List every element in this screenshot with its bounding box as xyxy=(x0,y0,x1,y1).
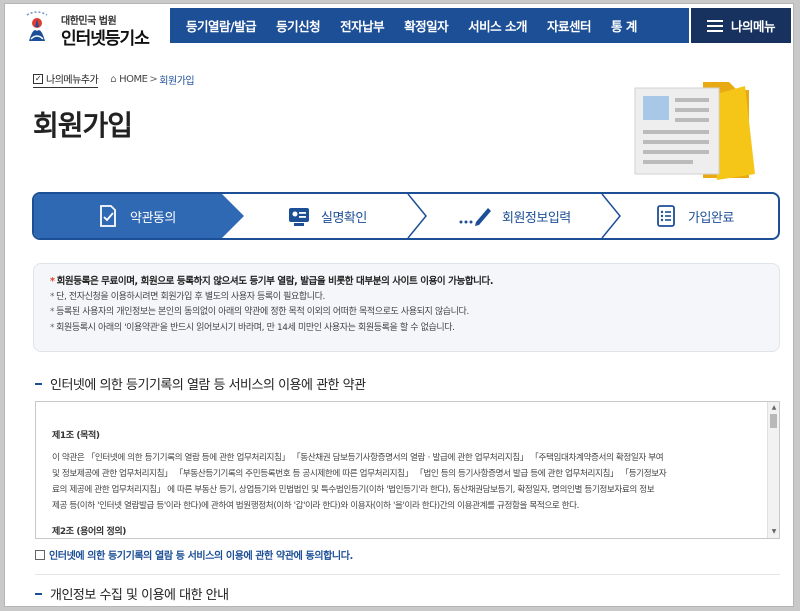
article-1-title: 제1조 (목적) xyxy=(52,431,100,441)
notice-item: * 회원등록시 아래의 '이용약관'을 반드시 읽어보시기 바라며, 만 14세 … xyxy=(50,322,455,333)
terms-scrollbar[interactable]: ▲ ▼ xyxy=(767,402,779,538)
step-chevron-divider xyxy=(407,194,427,238)
terms-section-title: 인터넷에 의한 등기기록의 열람 등 서비스의 이용에 관한 약관 xyxy=(35,374,366,393)
logo-title: 인터넷등기소 xyxy=(61,29,150,49)
nav-item-registry-application[interactable]: 등기신청 xyxy=(266,16,330,35)
document-list-icon xyxy=(657,205,675,227)
my-menu-label: 나의메뉴 xyxy=(730,19,776,34)
article-2-title: 제2조 (용어의 정의) xyxy=(52,527,126,537)
step-label: 회원정보입력 xyxy=(502,210,571,226)
breadcrumb-current: 회원가입 xyxy=(159,76,195,87)
terms-agree-label[interactable]: 인터넷에 의한 등기기록의 열람 등 서비스의 이용에 관한 약관에 동의합니다… xyxy=(49,547,353,562)
court-emblem-icon xyxy=(26,11,48,41)
site-header: 대한민국 법원 인터넷등기소 등기열람/발급 등기신청 전자납부 확정일자 서비… xyxy=(5,4,793,49)
article-1-line: 제공 등(이하 '인터넷 열람발급 등'이라 한다)에 관하여 법원행정처(이하… xyxy=(52,501,580,511)
hamburger-icon xyxy=(706,19,723,32)
terms-agree-checkbox-row[interactable]: 인터넷에 의한 등기기록의 열람 등 서비스의 이용에 관한 약관에 동의합니다… xyxy=(35,547,353,562)
terms-section-title-text: 인터넷에 의한 등기기록의 열람 등 서비스의 이용에 관한 약관 xyxy=(50,378,366,393)
browser-viewport: 대한민국 법원 인터넷등기소 등기열람/발급 등기신청 전자납부 확정일자 서비… xyxy=(4,3,794,607)
step-terms-agreement: 약관동의 xyxy=(96,194,176,238)
breadcrumb-separator: > xyxy=(149,74,158,85)
privacy-section-title: 개인정보 수집 및 이용에 대한 안내 xyxy=(35,584,229,603)
step-label: 약관동의 xyxy=(130,210,176,226)
step-label: 가입완료 xyxy=(688,210,734,226)
step-chevron-divider xyxy=(601,194,621,238)
pen-icon xyxy=(459,208,491,226)
site-logo[interactable]: 대한민국 법원 인터넷등기소 xyxy=(17,7,167,49)
nav-item-statistics[interactable]: 통 계 xyxy=(601,16,647,35)
breadcrumb: ✓ 나의메뉴추가 ⌂ HOME > 회원가입 xyxy=(33,71,195,88)
step-signup-complete: 가입완료 xyxy=(654,194,734,238)
title-bullet xyxy=(35,592,42,595)
nav-item-e-payment[interactable]: 전자납부 xyxy=(330,16,394,35)
scroll-down-arrow-icon[interactable]: ▼ xyxy=(770,528,778,536)
article-1-line: 및 정보제공에 관한 업무처리지침」 「부동산등기기록의 주민등록번호 등 공시… xyxy=(52,469,667,479)
home-icon[interactable]: ⌂ xyxy=(110,74,116,85)
article-1-line: 료의 제공에 관한 업무처리지침」 에 따른 부동산 등기, 상업등기와 민법법… xyxy=(52,485,655,495)
breadcrumb-home[interactable]: HOME xyxy=(119,74,148,85)
notice-item: * 등록된 사용자의 개인정보는 본인의 동의없이 아래의 약관에 정한 목적 이… xyxy=(50,307,469,317)
signup-progress-steps: 약관동의 실명확인 회원정보입력 가입완료 xyxy=(32,192,780,240)
scroll-up-arrow-icon[interactable]: ▲ xyxy=(770,404,778,412)
terms-content: 제1조 (목적) 이 약관은 「인터넷에 의한 등기기록의 열람 등에 관한 업… xyxy=(52,402,764,538)
step-identity-verification: 실명확인 xyxy=(287,194,367,238)
nav-item-registry-view[interactable]: 등기열람/발급 xyxy=(170,16,266,35)
nav-item-resource-center[interactable]: 자료센터 xyxy=(537,16,601,35)
nav-item-fixed-date[interactable]: 확정일자 xyxy=(394,16,458,35)
id-card-icon xyxy=(289,208,309,226)
check-icon: ✓ xyxy=(33,73,43,84)
nav-item-service-intro[interactable]: 서비스 소개 xyxy=(458,16,537,35)
scroll-thumb[interactable] xyxy=(770,414,777,428)
step-member-info: 회원정보입력 xyxy=(458,194,571,238)
step-label: 실명확인 xyxy=(321,210,367,226)
signup-notice-box: * 회원등록은 무료이며, 회원으로 등록하지 않으셔도 등기부 열람, 발급을 … xyxy=(33,263,780,352)
terms-agree-checkbox[interactable] xyxy=(35,549,45,560)
notice-item: * 단, 전자신청을 이용하시려면 회원가입 후 별도의 사용자 등록이 필요합니… xyxy=(50,291,325,302)
terms-scroll-box[interactable]: 제1조 (목적) 이 약관은 「인터넷에 의한 등기기록의 열람 등에 관한 업… xyxy=(35,401,780,539)
global-navigation: 등기열람/발급 등기신청 전자납부 확정일자 서비스 소개 자료센터 통 계 xyxy=(170,8,689,43)
page-title: 회원가입 xyxy=(33,109,133,142)
add-my-menu-label: 나의메뉴추가 xyxy=(46,75,99,86)
privacy-section-title-text: 개인정보 수집 및 이용에 대한 안내 xyxy=(50,588,229,603)
my-menu-button[interactable]: 나의메뉴 xyxy=(691,8,791,43)
article-1-line: 이 약관은 「인터넷에 의한 등기기록의 열람 등에 관한 업무처리지침」 「동… xyxy=(52,453,664,463)
add-my-menu-button[interactable]: ✓ 나의메뉴추가 xyxy=(33,71,99,88)
notice-item: * 회원등록은 무료이며, 회원으로 등록하지 않으셔도 등기부 열람, 발급을 … xyxy=(50,276,494,287)
folder-document-illustration xyxy=(634,82,755,180)
title-bullet xyxy=(35,382,42,385)
document-check-icon xyxy=(100,205,116,227)
section-divider xyxy=(35,574,780,575)
